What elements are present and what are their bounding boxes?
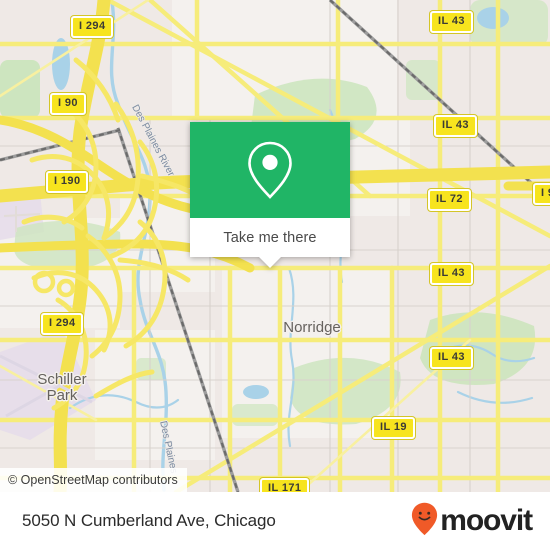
highway-shield-il19[interactable]: IL 19 (372, 417, 415, 439)
osm-attribution[interactable]: © OpenStreetMap contributors (0, 467, 187, 492)
footer-bar: 5050 N Cumberland Ave, Chicago moovit (0, 492, 550, 550)
destination-popup-card[interactable]: Take me there (190, 122, 350, 268)
moovit-wordmark: moovit (440, 504, 533, 537)
highway-shield-il43-lower[interactable]: IL 43 (430, 347, 473, 369)
map-screenshot: .road { stroke:#f6ec7a; stroke-width:4.5… (0, 0, 550, 550)
highway-shield-i294-south[interactable]: I 294 (41, 313, 84, 335)
highway-shield-il72[interactable]: IL 72 (428, 189, 471, 211)
popup-header (190, 122, 350, 218)
moovit-smiley-pin-icon (411, 502, 438, 541)
highway-shield-i294-north[interactable]: I 294 (71, 16, 114, 38)
popup-pointer-tail (259, 257, 281, 268)
highway-shield-i190[interactable]: I 190 (46, 171, 89, 193)
map-canvas[interactable]: .road { stroke:#f6ec7a; stroke-width:4.5… (0, 0, 550, 492)
take-me-there-label: Take me there (223, 229, 317, 246)
location-pin-icon (245, 139, 295, 201)
highway-shield-i90-east[interactable]: I 9 (533, 183, 550, 205)
take-me-there-button[interactable]: Take me there (190, 218, 350, 268)
moovit-brand[interactable]: moovit (411, 502, 533, 541)
highway-shield-il43-upper[interactable]: IL 43 (434, 115, 477, 137)
address-label: 5050 N Cumberland Ave, Chicago (22, 511, 276, 530)
highway-shield-il171[interactable]: IL 171 (260, 478, 310, 492)
highway-shield-il43-mid[interactable]: IL 43 (430, 263, 473, 285)
highway-shield-i90[interactable]: I 90 (50, 93, 86, 115)
highway-shield-il43-top[interactable]: IL 43 (430, 11, 473, 33)
